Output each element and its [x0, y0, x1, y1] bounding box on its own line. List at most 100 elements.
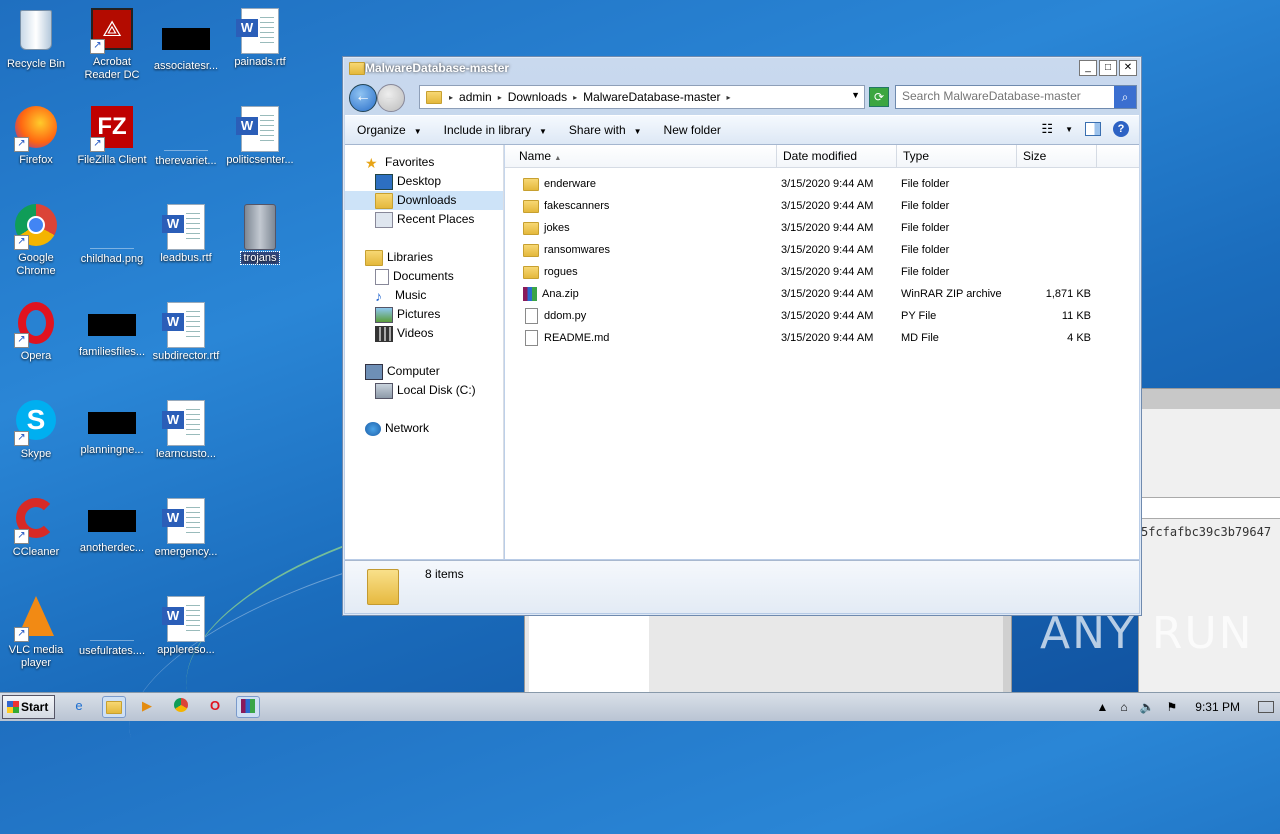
chevron-right-icon[interactable]: ▸ — [496, 93, 504, 102]
desktop-icon-associatesr[interactable]: associatesr... — [148, 8, 224, 73]
desktop-icon-subdirector[interactable]: W subdirector.rtf — [148, 302, 224, 363]
chevron-up-icon[interactable]: ▲ — [1096, 700, 1108, 714]
file-row[interactable]: jokes 3/15/2020 9:44 AM File folder — [505, 217, 1139, 239]
file-row[interactable]: Ana.zip 3/15/2020 9:44 AM WinRAR ZIP arc… — [505, 283, 1139, 305]
flag-icon[interactable]: ⚑ — [1167, 700, 1178, 714]
forward-button[interactable]: → — [377, 84, 405, 112]
desktop-icon-familiesfiles[interactable]: familiesfiles... — [74, 302, 150, 359]
desktop-icon-skype[interactable]: S ↗ Skype — [0, 400, 74, 461]
include-label: Include in library — [443, 123, 531, 137]
background-window-lower[interactable] — [524, 614, 1012, 694]
search-box[interactable]: ⌕ — [895, 85, 1137, 109]
file-row[interactable]: ddom.py 3/15/2020 9:44 AM PY File 11 KB — [505, 305, 1139, 327]
chevron-right-icon[interactable]: ▸ — [725, 93, 733, 102]
view-options-icon[interactable]: ☷ — [1041, 121, 1053, 137]
maximize-button[interactable]: □ — [1099, 60, 1117, 76]
breadcrumb-downloads[interactable]: Downloads — [504, 90, 571, 104]
preview-pane-icon[interactable] — [1085, 122, 1101, 136]
column-header-size[interactable]: Size — [1017, 145, 1097, 167]
column-header-name[interactable]: Name ▲ — [505, 145, 777, 167]
nav-favorites[interactable]: ★ Favorites — [345, 153, 523, 172]
column-header-date[interactable]: Date modified — [777, 145, 897, 167]
desktop-icon-recycle-bin[interactable]: Recycle Bin — [0, 8, 74, 71]
winrar-taskbar-icon[interactable] — [236, 696, 260, 718]
breadcrumb-admin[interactable]: admin — [455, 90, 496, 104]
chevron-right-icon[interactable]: ▸ — [571, 93, 579, 102]
nav-libraries[interactable]: Libraries — [345, 248, 523, 267]
column-header-type[interactable]: Type — [897, 145, 1017, 167]
media-player-icon[interactable]: ▶ — [136, 696, 158, 716]
desktop-icon-usefulrates[interactable]: usefulrates.... — [74, 596, 150, 658]
desktop-icon-learncusto[interactable]: W learncusto... — [148, 400, 224, 461]
desktop-icon-firefox[interactable]: ↗ Firefox — [0, 106, 74, 167]
chevron-right-icon[interactable]: ▸ — [447, 93, 455, 102]
desktop-icon-painads[interactable]: W painads.rtf — [222, 8, 298, 69]
show-desktop-icon[interactable] — [1258, 701, 1274, 713]
opera-taskbar-icon[interactable]: O — [204, 696, 226, 716]
volume-icon[interactable]: 🔈 — [1140, 700, 1155, 714]
file-type: File folder — [901, 266, 950, 278]
desktop-icon-vlc[interactable]: ↗ VLC media player — [0, 596, 74, 670]
ie-icon[interactable]: e — [68, 696, 90, 716]
minimize-button[interactable]: _ — [1079, 60, 1097, 76]
folder-icon — [238, 204, 282, 250]
desktop-icon-trojans[interactable]: trojans — [222, 204, 298, 265]
refresh-button[interactable]: ⟳ — [869, 87, 889, 107]
share-with-button[interactable]: Share with ▼ — [557, 123, 652, 137]
nav-downloads[interactable]: Downloads — [345, 191, 503, 210]
desktop-icon-emergency[interactable]: W emergency... — [148, 498, 224, 559]
desktop-icon-filezilla[interactable]: FZ ↗ FileZilla Client — [74, 106, 150, 167]
desktop-icon-anotherdec[interactable]: anotherdec... — [74, 498, 150, 555]
file-row[interactable]: rogues 3/15/2020 9:44 AM File folder — [505, 261, 1139, 283]
organize-button[interactable]: Organize ▼ — [345, 123, 432, 137]
file-name: ddom.py — [544, 310, 587, 322]
file-type: MD File — [901, 332, 939, 344]
file-list[interactable]: Name ▲ Date modified Type Size enderware… — [505, 145, 1139, 559]
chrome-taskbar-icon[interactable] — [170, 696, 192, 716]
column-label: Type — [903, 149, 930, 163]
image-file-icon — [164, 106, 208, 151]
documents-icon — [375, 268, 389, 285]
new-folder-button[interactable]: New folder — [652, 123, 731, 137]
firefox-icon: ↗ — [14, 106, 58, 152]
file-row[interactable]: enderware 3/15/2020 9:44 AM File folder — [505, 173, 1139, 195]
desktop-icon-planningne[interactable]: planningne... — [74, 400, 150, 457]
title-bar[interactable]: MalwareDatabase-master _ □ ✕ — [343, 57, 1141, 79]
file-row[interactable]: ransomwares 3/15/2020 9:44 AM File folde… — [505, 239, 1139, 261]
desktop-icon-acrobat[interactable]: ⟁ ↗ Acrobat Reader DC — [74, 8, 150, 82]
explorer-taskbar-icon[interactable] — [102, 696, 126, 718]
nav-label: Favorites — [385, 155, 435, 169]
desktop-icon-therevariet[interactable]: therevariet... — [148, 106, 224, 168]
search-input[interactable] — [896, 86, 1112, 106]
breadcrumb-current[interactable]: MalwareDatabase-master — [579, 90, 724, 104]
back-button[interactable]: ← — [349, 84, 377, 112]
network-tray-icon[interactable]: ⌂ — [1120, 700, 1127, 714]
desktop-icon-childhad[interactable]: childhad.png — [74, 204, 150, 266]
file-row[interactable]: README.md 3/15/2020 9:44 AM MD File 4 KB — [505, 327, 1139, 349]
explorer-window[interactable]: MalwareDatabase-master _ □ ✕ ← → ▸ admin… — [342, 56, 1142, 616]
desktop-icon-opera[interactable]: ↗ Opera — [0, 302, 74, 363]
desktop-icon-politicsenter[interactable]: W politicsenter... — [222, 106, 298, 167]
desktop-icon-chrome[interactable]: ↗ Google Chrome — [0, 204, 74, 278]
close-button[interactable]: ✕ — [1119, 60, 1137, 76]
include-in-library-button[interactable]: Include in library ▼ — [432, 123, 557, 137]
desktop-icon-ccleaner[interactable]: ↗ CCleaner — [0, 498, 74, 559]
file-row[interactable]: fakescanners 3/15/2020 9:44 AM File fold… — [505, 195, 1139, 217]
image-file-icon — [90, 596, 134, 641]
clock[interactable]: 9:31 PM — [1195, 700, 1240, 714]
nav-label: Recent Places — [397, 212, 475, 226]
recent-places-icon — [375, 211, 393, 228]
start-button[interactable]: Start — [2, 695, 55, 719]
desktop-icon-applereso[interactable]: W applereso... — [148, 596, 224, 657]
chevron-down-icon[interactable]: ▼ — [1065, 125, 1073, 134]
chevron-down-icon: ▼ — [413, 127, 422, 136]
help-icon[interactable]: ? — [1113, 121, 1129, 137]
address-bar[interactable]: ▸ admin ▸ Downloads ▸ MalwareDatabase-ma… — [419, 85, 865, 109]
desktop-icon-leadbus[interactable]: W leadbus.rtf — [148, 204, 224, 265]
sort-arrow-icon: ▲ — [554, 155, 562, 162]
nav-computer[interactable]: Computer — [345, 362, 523, 381]
nav-network[interactable]: Network — [345, 419, 523, 438]
navigation-pane: ★ Favorites Desktop Downloads Recent Pla… — [345, 145, 504, 559]
chevron-down-icon[interactable]: ▼ — [851, 90, 860, 100]
search-icon[interactable]: ⌕ — [1114, 86, 1136, 108]
